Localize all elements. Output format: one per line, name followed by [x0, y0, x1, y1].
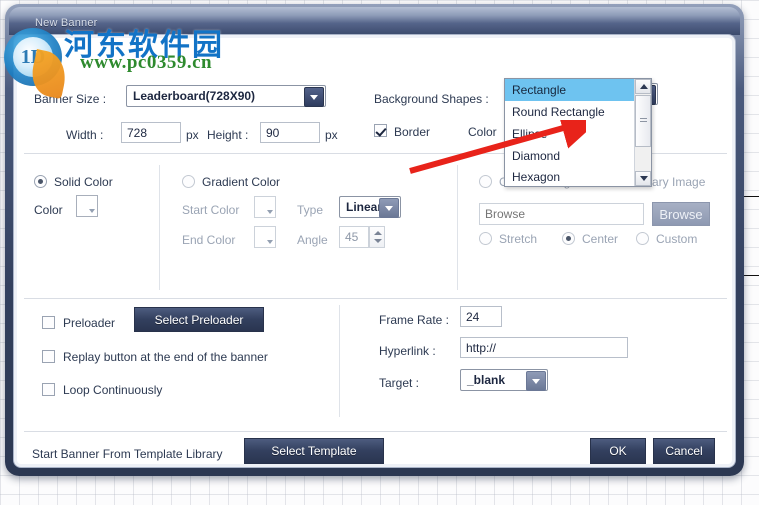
- chevron-down-icon[interactable]: [304, 87, 324, 107]
- solid-color-swatch-button[interactable]: [76, 195, 98, 217]
- loop-checkbox[interactable]: [42, 383, 55, 396]
- banner-size-combo[interactable]: Leaderboard(728X90): [126, 85, 326, 107]
- new-banner-dialog: New Banner Banner Size : Leaderboard(728…: [5, 4, 744, 476]
- center-label: Center: [582, 232, 619, 246]
- dropdown-option-round-rectangle[interactable]: Round Rectangle: [505, 101, 635, 123]
- dropdown-scrollbar[interactable]: [634, 79, 651, 186]
- solid-color-label: Solid Color: [54, 175, 113, 189]
- dropdown-option-hexagon[interactable]: Hexagon: [505, 166, 635, 188]
- browse-button[interactable]: Browse: [652, 202, 710, 226]
- stepper-up-icon[interactable]: [374, 231, 382, 235]
- dropdown-option-rectangle[interactable]: Rectangle: [505, 79, 635, 101]
- section-divider-2: [24, 298, 727, 299]
- gradient-color-radio[interactable]: [182, 175, 195, 188]
- chevron-down-icon[interactable]: [526, 371, 546, 391]
- stretch-radio[interactable]: [479, 232, 492, 245]
- preloader-label: Preloader: [63, 316, 116, 330]
- select-preloader-button[interactable]: Select Preloader: [134, 307, 264, 332]
- start-color-label: Start Color: [182, 203, 240, 217]
- border-label: Border: [394, 125, 431, 139]
- dropdown-option-diamond[interactable]: Diamond: [505, 145, 635, 167]
- gradient-color-label: Gradient Color: [202, 175, 281, 189]
- gradient-angle-input[interactable]: [339, 226, 369, 248]
- banner-size-label: Banner Size :: [34, 92, 107, 106]
- dropdown-option-ellipse[interactable]: Ellipse: [505, 123, 635, 145]
- custom-image-radio[interactable]: [479, 175, 492, 188]
- ok-button[interactable]: OK: [590, 438, 646, 464]
- width-unit-label: px: [186, 128, 199, 142]
- gradient-type-combo[interactable]: Linear: [339, 196, 401, 218]
- height-unit-label: px: [325, 128, 338, 142]
- loop-label: Loop Continuously: [63, 383, 163, 397]
- target-combo[interactable]: _blank: [460, 369, 548, 391]
- gradient-type-value: Linear: [346, 200, 383, 214]
- custom-fit-radio[interactable]: [636, 232, 649, 245]
- height-input[interactable]: [260, 122, 320, 143]
- height-label: Height :: [207, 128, 249, 142]
- panel-divider-2: [457, 165, 458, 290]
- image-path-input[interactable]: [479, 203, 644, 225]
- scrollbar-thumb[interactable]: [635, 95, 651, 147]
- scroll-up-icon[interactable]: [635, 79, 651, 94]
- stretch-label: Stretch: [499, 232, 538, 246]
- banner-size-value: Leaderboard(728X90): [133, 89, 256, 103]
- hyperlink-label: Hyperlink :: [379, 344, 436, 358]
- preloader-checkbox[interactable]: [42, 316, 55, 329]
- dialog-title-bar[interactable]: New Banner: [9, 7, 740, 35]
- frame-rate-label: Frame Rate :: [379, 313, 450, 327]
- solid-color-radio[interactable]: [34, 175, 47, 188]
- width-label: Width :: [66, 128, 104, 142]
- replay-checkbox[interactable]: [42, 350, 55, 363]
- border-checkbox[interactable]: [374, 124, 387, 137]
- width-input[interactable]: [121, 122, 181, 143]
- cancel-button[interactable]: Cancel: [653, 438, 715, 464]
- background-shapes-dropdown-list[interactable]: Rectangle Round Rectangle Ellipse Diamon…: [504, 78, 652, 187]
- panel-divider: [159, 165, 160, 290]
- custom-fit-label: Custom: [656, 232, 698, 246]
- stepper-down-icon[interactable]: [374, 239, 382, 243]
- dialog-title: New Banner: [35, 17, 98, 29]
- chevron-down-icon[interactable]: [379, 198, 399, 218]
- scroll-down-icon[interactable]: [635, 171, 651, 186]
- angle-stepper[interactable]: [369, 226, 385, 248]
- replay-label: Replay button at the end of the banner: [63, 350, 268, 364]
- end-color-swatch-button[interactable]: [254, 226, 276, 248]
- template-library-label: Start Banner From Template Library: [32, 447, 223, 461]
- gradient-angle-label: Angle: [297, 233, 328, 247]
- target-value: _blank: [467, 373, 506, 387]
- frame-rate-input[interactable]: [460, 306, 502, 327]
- select-template-button[interactable]: Select Template: [244, 438, 384, 464]
- section-divider-3: [24, 431, 727, 432]
- center-radio[interactable]: [562, 232, 575, 245]
- hyperlink-input[interactable]: [460, 337, 628, 358]
- panel-divider-3: [339, 305, 340, 417]
- gradient-type-label: Type: [297, 203, 324, 217]
- color-label: Color: [34, 203, 63, 217]
- end-color-label: End Color: [182, 233, 236, 247]
- background-shapes-label: Background Shapes :: [374, 92, 489, 106]
- start-color-swatch-button[interactable]: [254, 196, 276, 218]
- border-color-label: Color: [468, 125, 497, 139]
- target-label: Target :: [379, 376, 420, 390]
